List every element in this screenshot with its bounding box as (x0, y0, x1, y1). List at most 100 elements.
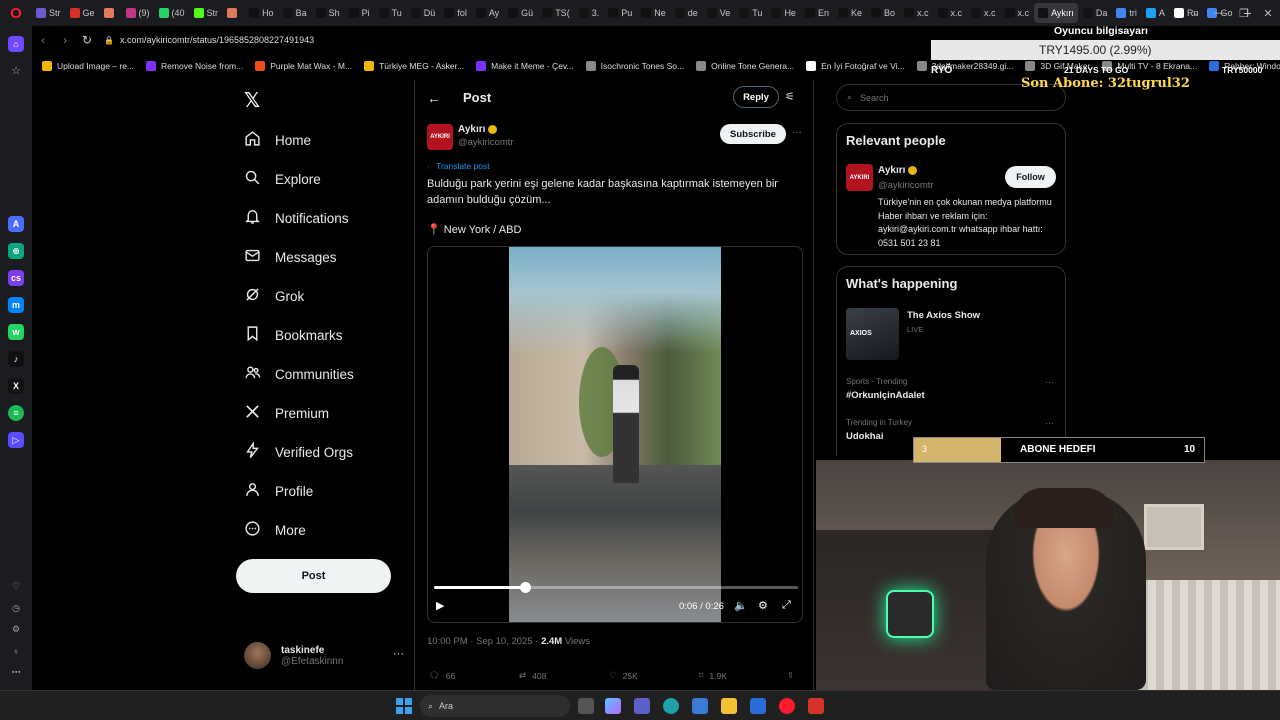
browser-tab[interactable]: x.c (967, 3, 1000, 23)
x-logo-icon[interactable]: 𝕏 (244, 88, 260, 113)
relevant-handle[interactable]: @aykiricomtr (878, 180, 934, 191)
trend-name[interactable]: Udokhai (846, 431, 883, 442)
share-action[interactable]: ⇪ (787, 670, 794, 681)
browser-tab[interactable]: Pi (345, 3, 374, 23)
history-icon[interactable]: ◷ (8, 600, 24, 616)
browser-tab[interactable]: Sh (312, 3, 344, 23)
bookmark-item[interactable]: Remove Noise from... (146, 61, 243, 71)
browser-tab[interactable]: x.c (1001, 3, 1034, 23)
tab-search-icon[interactable]: ⌕ (1184, 7, 1208, 20)
nav-item-premium[interactable]: Premium (244, 403, 329, 423)
browser-tab[interactable]: Str (32, 3, 65, 23)
nav-item-verified-orgs[interactable]: Verified Orgs (244, 441, 353, 462)
browser-tab[interactable]: Str (190, 3, 223, 23)
bookmark-item[interactable]: Online Tone Genera... (696, 61, 794, 71)
translate-link[interactable]: ◌ Translate post (427, 161, 490, 171)
windows-start-icon[interactable] (396, 698, 412, 714)
browser-tab[interactable]: de (671, 3, 702, 23)
browser-tab[interactable]: Ba (279, 3, 311, 23)
pinboard-icon[interactable]: ☆ (8, 62, 24, 78)
author-name[interactable]: Aykırı (458, 124, 498, 135)
browser-tab[interactable]: Ne (637, 3, 670, 23)
whatsapp-icon[interactable]: w (8, 324, 24, 340)
browser-tab[interactable]: 3. (575, 3, 604, 23)
more-icon[interactable]: ··· (393, 648, 404, 660)
browser-tab[interactable]: Ay (472, 3, 503, 23)
app-icon[interactable] (808, 698, 824, 714)
browser-tab[interactable]: Da (1079, 3, 1112, 23)
video-player[interactable]: ▶ 0:06 / 0:26 🔈 ⚙ ⤢ (427, 246, 803, 623)
browser-tab[interactable]: Tu (735, 3, 766, 23)
nav-item-explore[interactable]: Explore (244, 169, 321, 189)
browser-tab[interactable]: Pu (604, 3, 636, 23)
account-switcher[interactable]: taskinefe @Efetaskinnn ··· (244, 642, 404, 669)
copilot-icon[interactable] (605, 698, 621, 714)
browser-tab[interactable]: TS( (538, 3, 574, 23)
nav-item-notifications[interactable]: Notifications (244, 208, 349, 228)
back-arrow-icon[interactable]: ← (427, 90, 441, 106)
browser-tab[interactable]: (40 (155, 3, 189, 23)
browser-tab[interactable]: x.c (934, 3, 967, 23)
show-title[interactable]: The Axios Show (907, 310, 980, 321)
spotify-icon[interactable]: ≡ (8, 405, 24, 421)
bookmark-item[interactable]: Upload Image – re... (42, 61, 134, 71)
settings-icon[interactable]: ⚙ (758, 599, 768, 612)
bookmark-item[interactable]: Make it Meme - Çev... (476, 61, 574, 71)
play-icon[interactable]: ▶ (436, 599, 444, 612)
more-icon[interactable]: ··· (1045, 377, 1054, 387)
task-view-icon[interactable] (578, 698, 594, 714)
reply-button[interactable]: Reply (733, 86, 779, 108)
post-button[interactable]: Post (236, 559, 391, 593)
subscribe-button[interactable]: Subscribe (720, 124, 786, 144)
browser-tab[interactable]: Tu (375, 3, 406, 23)
browser-tab[interactable]: Ho (245, 3, 278, 23)
nav-item-bookmarks[interactable]: Bookmarks (244, 325, 343, 345)
more-icon[interactable]: ··· (792, 127, 802, 138)
browser-tab[interactable]: A (1142, 3, 1169, 23)
nav-item-communities[interactable]: Communities (244, 364, 354, 384)
like-action[interactable]: ♡ 25K (609, 670, 638, 681)
browser-tab[interactable]: Aykırı (1034, 3, 1078, 23)
browser-tab[interactable]: En (801, 3, 833, 23)
bookmark-item[interactable]: En İyi Fotoğraf ve Vi... (806, 61, 905, 71)
teams-icon[interactable] (634, 698, 650, 714)
browser-tab[interactable]: Ge (66, 3, 99, 23)
chatgpt-icon[interactable]: ⊛ (8, 243, 24, 259)
bookmark-item[interactable]: Isochronic Tones So... (585, 61, 684, 71)
browser-tab[interactable]: Gü (504, 3, 537, 23)
relevant-name[interactable]: Aykırı (878, 165, 918, 176)
player-icon[interactable]: ▷ (8, 432, 24, 448)
home-shortcut-icon[interactable]: ⌂ (8, 36, 24, 52)
volume-icon[interactable]: 🔈 (734, 599, 748, 612)
trend-name[interactable]: #OrkunIçinAdalet (846, 390, 925, 401)
more-icon[interactable]: ··· (1045, 418, 1054, 428)
author-handle[interactable]: @aykiricomtr (458, 137, 514, 148)
video-progress-handle[interactable] (520, 582, 531, 593)
minimize-icon[interactable]: — (1208, 7, 1232, 19)
browser-tab[interactable]: fol (440, 3, 471, 23)
opera-icon[interactable] (779, 698, 795, 714)
heart-icon[interactable]: ♡ (8, 578, 24, 594)
fullscreen-icon[interactable]: ⤢ (782, 599, 791, 612)
browser-tab[interactable]: Dü (407, 3, 440, 23)
back-icon[interactable]: ‹ (32, 33, 54, 47)
store-icon[interactable] (692, 698, 708, 714)
nav-item-grok[interactable]: Grok (244, 286, 304, 306)
mail-icon[interactable] (750, 698, 766, 714)
repost-action[interactable]: ⇄ 408 (519, 670, 546, 681)
nav-item-home[interactable]: Home (244, 130, 311, 150)
bookmark-action[interactable]: ⌑ 1.9K (699, 670, 727, 681)
video-progress-bar[interactable] (434, 582, 798, 593)
file-explorer-icon[interactable] (721, 698, 737, 714)
relevant-avatar[interactable]: AYKIRI (846, 164, 873, 191)
follow-button[interactable]: Follow (1005, 166, 1056, 188)
nav-item-profile[interactable]: Profile (244, 481, 313, 501)
browser-tab[interactable]: x.c (900, 3, 933, 23)
reply-action[interactable]: 🗨 66 (429, 670, 455, 681)
aria-icon[interactable]: A (8, 216, 24, 232)
bookmark-item[interactable]: Purple Mat Wax - M... (255, 61, 352, 71)
browser-tab[interactable]: He (767, 3, 800, 23)
tiktok-icon[interactable]: ♪ (8, 351, 24, 367)
app-icon[interactable]: cs (8, 270, 24, 286)
show-thumbnail[interactable]: AXIOS (846, 308, 899, 360)
